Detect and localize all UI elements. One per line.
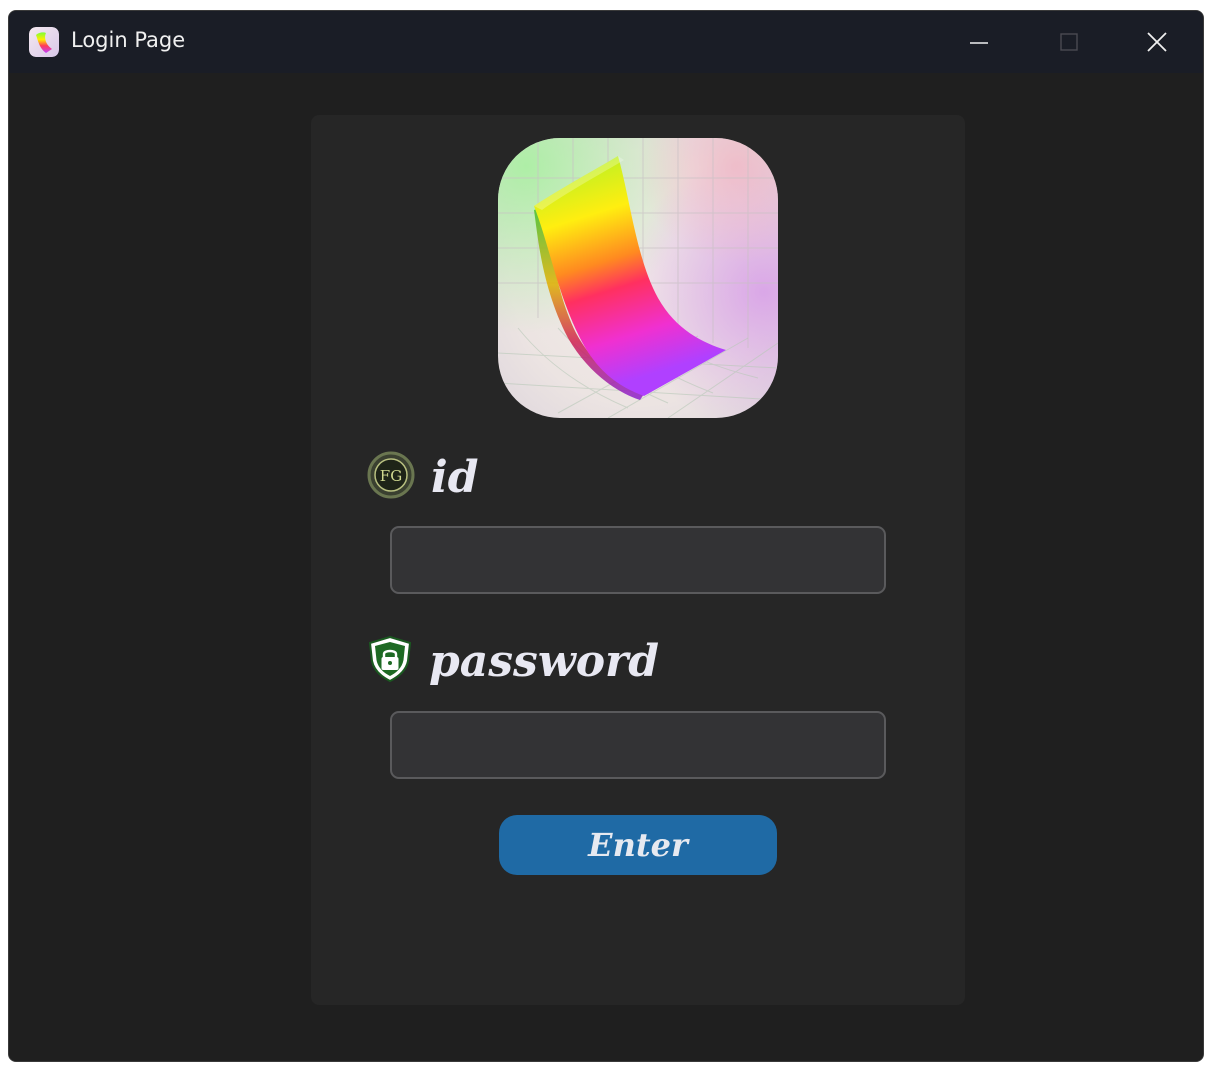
lock-shield-icon (367, 635, 413, 687)
svg-text:FG: FG (380, 467, 402, 485)
window-client-area: FG id password Enter (9, 73, 1203, 1061)
close-icon (1147, 32, 1167, 52)
ribbon-surface-logo (498, 138, 778, 418)
maximize-button[interactable] (1029, 11, 1109, 73)
minimize-button[interactable] (939, 11, 1019, 73)
login-panel: FG id password Enter (311, 115, 965, 1005)
password-label: password (429, 635, 659, 687)
app-icon (29, 27, 59, 57)
id-label: id (431, 451, 479, 503)
minimize-icon (970, 42, 988, 44)
id-label-row: FG id (367, 451, 478, 503)
fg-badge-icon: FG (367, 451, 415, 503)
id-input[interactable] (390, 526, 886, 594)
title-bar[interactable]: Login Page (9, 11, 1203, 73)
window-title: Login Page (71, 28, 186, 52)
maximize-icon (1060, 33, 1078, 51)
password-label-row: password (367, 635, 659, 687)
password-input[interactable] (390, 711, 886, 779)
close-button[interactable] (1117, 11, 1197, 73)
login-window: Login Page FG id password Enter (8, 10, 1204, 1062)
enter-button[interactable]: Enter (499, 815, 777, 875)
